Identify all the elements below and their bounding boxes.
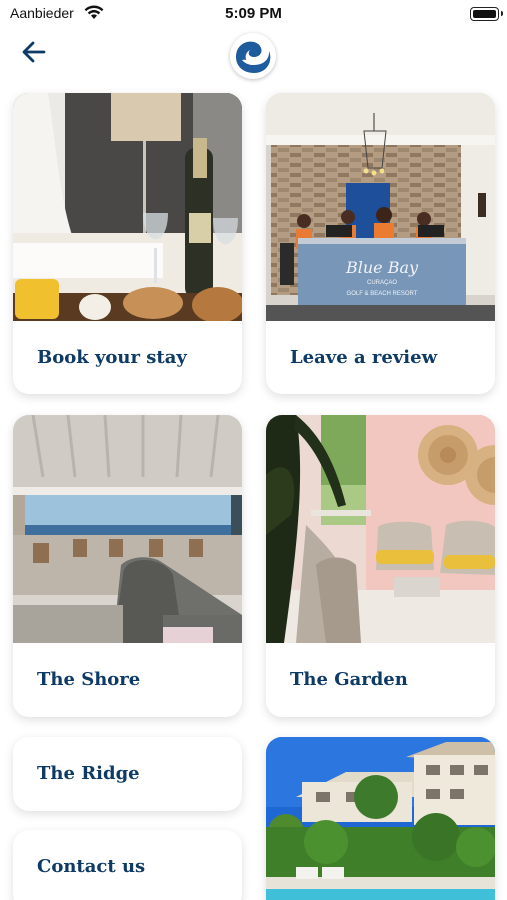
tile-the-ridge[interactable]: The Ridge [13, 737, 242, 811]
the-shore-photo [13, 415, 242, 643]
resort-name-sign: Blue Bay [345, 258, 419, 277]
status-bar: Aanbieder 5:09 PM [0, 0, 507, 30]
resort-tagline-sign: GOLF & BEACH RESORT [347, 291, 418, 297]
tile-label: The Garden [290, 669, 408, 690]
blue-bay-logo-icon [230, 33, 276, 79]
tile-label: Contact us [37, 856, 146, 877]
tile-label: The Shore [37, 669, 141, 690]
back-button[interactable] [20, 38, 48, 66]
tile-contact-us[interactable]: Contact us [13, 830, 242, 900]
tile-leave-a-review[interactable]: Blue Bay CURAÇAO GOLF & BEACH RESORT Lea… [266, 93, 495, 394]
clock: 5:09 PM [225, 5, 282, 22]
resort-location-sign: CURAÇAO [367, 280, 397, 286]
villas-pool-photo [266, 737, 495, 900]
tile-label: Book your stay [37, 347, 187, 368]
battery-icon [470, 7, 503, 21]
leave-a-review-photo: Blue Bay CURAÇAO GOLF & BEACH RESORT [266, 93, 495, 321]
the-garden-photo [266, 415, 495, 643]
tile-book-your-stay[interactable]: Book your stay [13, 93, 242, 394]
tile-villas[interactable] [266, 737, 495, 900]
book-your-stay-photo [13, 93, 242, 321]
tile-the-shore[interactable]: The Shore [13, 415, 242, 717]
tile-label: The Ridge [37, 763, 140, 784]
tile-the-garden[interactable]: The Garden [266, 415, 495, 717]
tile-label: Leave a review [290, 347, 438, 368]
